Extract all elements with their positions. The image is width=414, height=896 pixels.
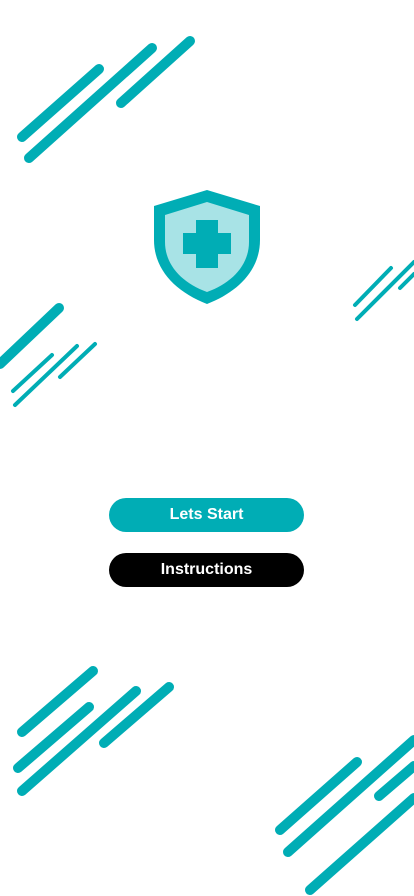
stripe [283, 735, 414, 857]
shield-plus-icon [154, 190, 260, 304]
app-screen: Lets Start Instructions [0, 0, 414, 896]
stripe [305, 793, 414, 895]
stripe [353, 266, 393, 307]
instructions-button[interactable]: Instructions [109, 553, 304, 587]
stripe [17, 666, 98, 737]
stripe [13, 344, 79, 407]
lets-start-button[interactable]: Lets Start [109, 498, 304, 532]
stripe [17, 686, 141, 796]
stripe [24, 43, 157, 163]
stripe [58, 342, 97, 379]
stripe [355, 260, 414, 321]
decorative-stripes [0, 36, 414, 895]
